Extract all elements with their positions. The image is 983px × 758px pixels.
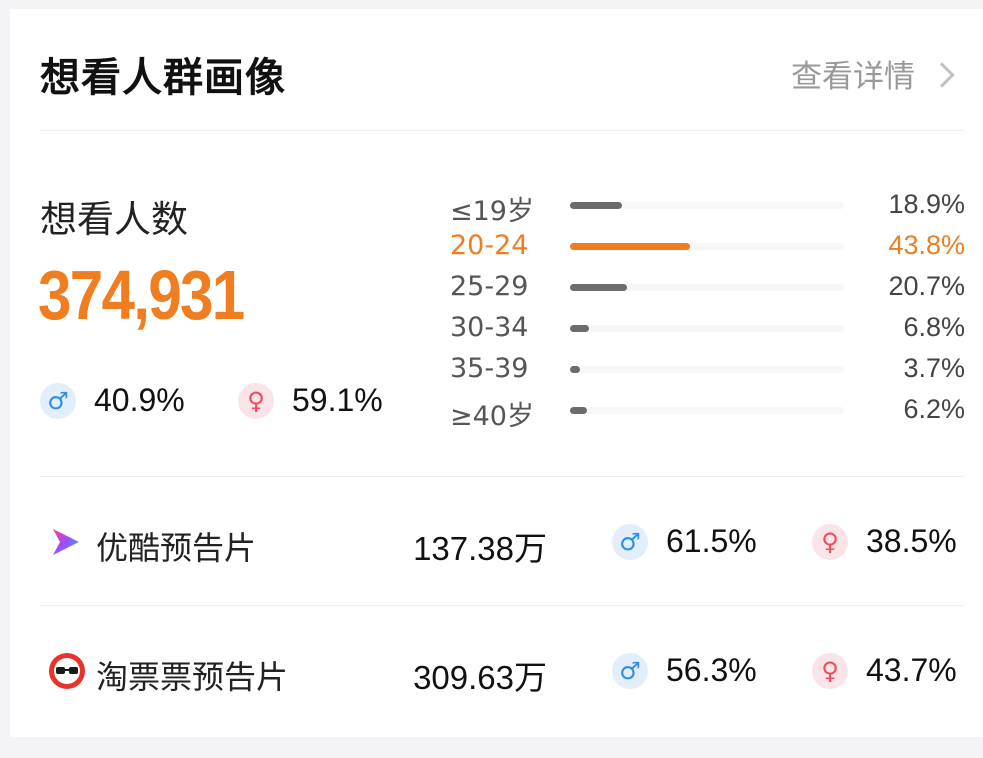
male-icon: ♂ <box>612 523 648 560</box>
summary-female-pct: 59.1% <box>292 382 383 418</box>
age-bar-fill <box>570 407 587 414</box>
want-to-see-label: 想看人数 <box>40 198 188 241</box>
age-label: 35-39 <box>450 353 529 384</box>
age-pct: 3.7% <box>903 353 965 383</box>
female-icon: ♀ <box>238 382 274 419</box>
platform-row-taopiaopiao: 淘票票预告片 309.63万 ♂ 56.3% ♀ 43.7% <box>40 636 965 706</box>
age-row: 35-39 3.7% <box>450 349 965 390</box>
female-icon: ♀ <box>812 523 848 560</box>
age-bar-fill <box>570 366 581 373</box>
divider <box>40 476 965 477</box>
age-bar-fill <box>570 284 627 291</box>
age-bar-fill <box>570 202 622 209</box>
age-bar-track <box>570 407 844 414</box>
age-pct: 20.7% <box>888 271 965 301</box>
age-row: ≤19岁 18.9% <box>450 185 965 227</box>
age-bar-track <box>570 243 844 250</box>
age-label: 20-24 <box>450 230 529 261</box>
summary-female: ♀ 59.1% <box>238 382 383 419</box>
age-bar-fill <box>570 325 589 332</box>
age-pct: 18.9% <box>888 189 965 219</box>
platform-female-pct: 38.5% <box>866 523 957 559</box>
summary-male: ♂ 40.9% <box>40 382 185 419</box>
want-to-see-count: 374,931 <box>38 256 245 334</box>
age-row: 30-34 6.8% <box>450 308 965 349</box>
chevron-right-icon <box>929 61 955 88</box>
age-distribution: ≤19岁 18.9% 20-24 43.8% 25-29 20.7% 30-34 6.8% 35… <box>450 185 965 432</box>
age-row: 25-29 20.7% <box>450 267 965 308</box>
age-label: ≥40岁 <box>450 401 534 432</box>
male-icon: ♂ <box>40 382 76 419</box>
platform-name: 淘票票预告片 <box>96 658 289 696</box>
age-pct: 6.8% <box>903 312 965 342</box>
age-bar-track <box>570 202 844 209</box>
age-label: 25-29 <box>450 271 529 302</box>
view-details-label: 查看详情 <box>791 59 915 95</box>
platform-female: ♀ 43.7% <box>812 652 957 689</box>
divider <box>40 130 965 131</box>
age-label: 30-34 <box>450 312 529 343</box>
age-bar-fill <box>570 243 690 250</box>
platform-male-pct: 61.5% <box>666 523 757 559</box>
taopiaopiao-logo-icon <box>49 653 85 689</box>
male-icon: ♂ <box>612 652 648 689</box>
divider <box>40 605 965 606</box>
age-row: 20-24 43.8% <box>450 226 965 267</box>
audience-portrait-card: 想看人群画像 查看详情 想看人数 374,931 ♂ 40.9% ♀ 59.1%… <box>10 9 983 737</box>
platform-female-pct: 43.7% <box>866 652 957 688</box>
platform-count: 309.63万 <box>413 659 547 696</box>
platform-row-youku: 优酷预告片 137.38万 ♂ 61.5% ♀ 38.5% <box>40 507 965 577</box>
platform-male: ♂ 56.3% <box>612 652 757 689</box>
age-pct: 6.2% <box>903 394 965 424</box>
platform-male-pct: 56.3% <box>666 652 757 688</box>
age-bar-track <box>570 284 844 291</box>
card-title: 想看人群画像 <box>40 55 286 101</box>
summary-male-pct: 40.9% <box>94 382 185 418</box>
view-details-link[interactable]: 查看详情 <box>791 51 955 96</box>
platform-male: ♂ 61.5% <box>612 523 757 560</box>
age-bar-track <box>570 366 844 373</box>
card-header: 想看人群画像 查看详情 <box>40 31 965 109</box>
age-bar-track <box>570 325 844 332</box>
platform-female: ♀ 38.5% <box>812 523 957 560</box>
female-icon: ♀ <box>812 652 848 689</box>
age-pct: 43.8% <box>888 230 965 260</box>
age-row: ≥40岁 6.2% <box>450 390 965 432</box>
age-label: ≤19岁 <box>450 196 534 227</box>
platform-name: 优酷预告片 <box>96 529 257 567</box>
platform-count: 137.38万 <box>413 530 547 567</box>
youku-logo-icon <box>53 529 79 555</box>
